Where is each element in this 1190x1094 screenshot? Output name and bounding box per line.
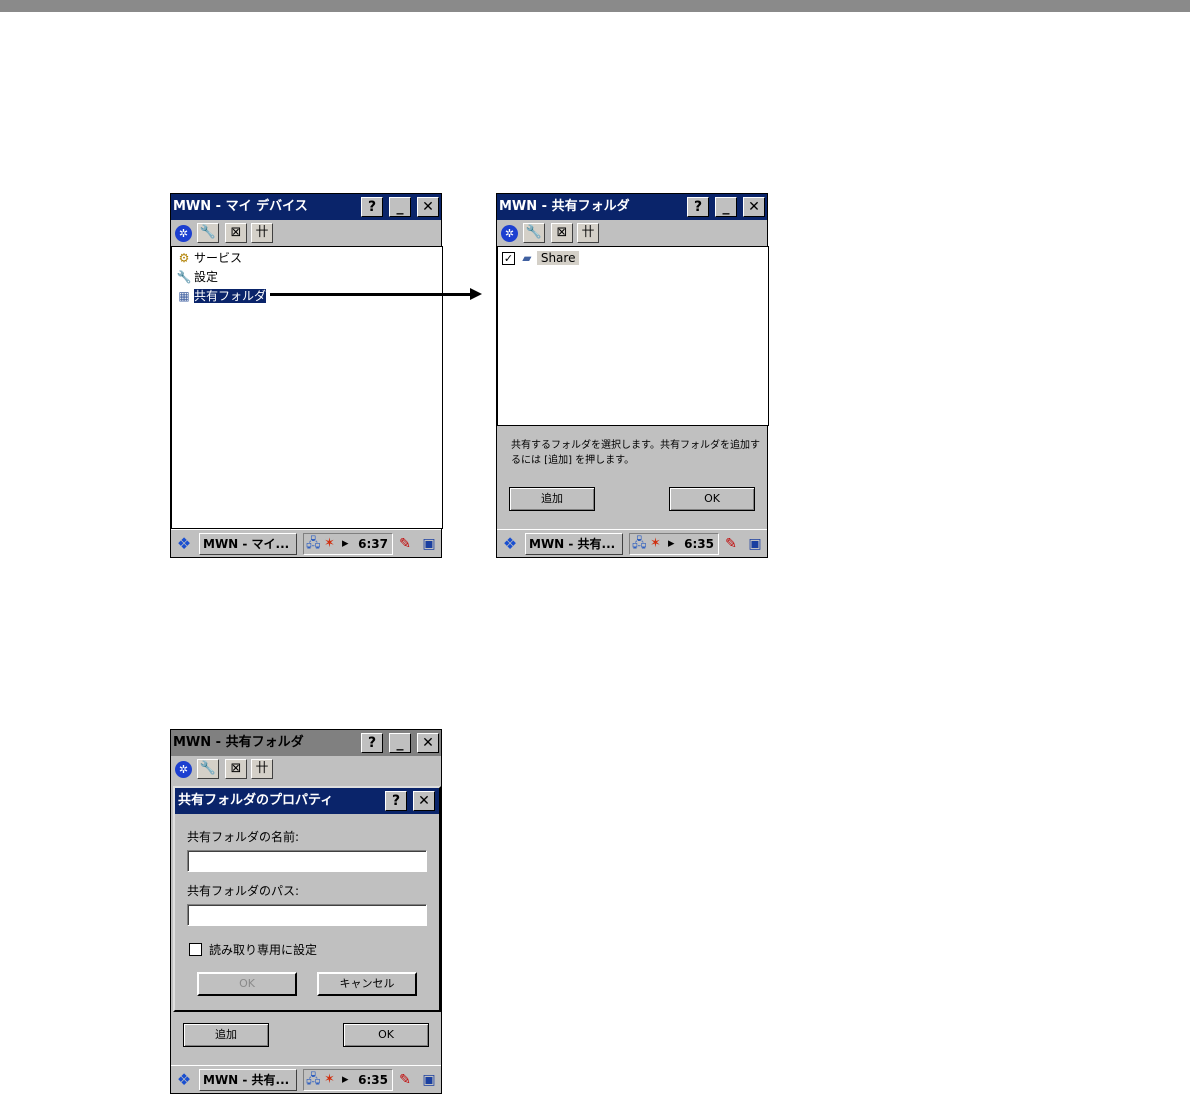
wrench-icon: 🔧 — [176, 270, 192, 284]
flow-arrow-head — [470, 288, 482, 300]
properties-tool-button[interactable]: 🔧 — [197, 223, 219, 243]
network-status-icon[interactable]: 🖧 — [306, 536, 321, 552]
device-list: ⚙ サービス 🔧 設定 ▦ 共有フォルダ — [171, 246, 443, 529]
clock[interactable]: 6:35 — [684, 534, 714, 554]
system-tray: 🖧 ✶ ▸ 6:35 — [303, 1069, 393, 1091]
network-icon: ✲ — [175, 761, 192, 778]
connect-tool-button[interactable]: 卄 — [251, 223, 273, 243]
minimize-button[interactable]: _ — [389, 197, 411, 217]
add-button[interactable]: 追加 — [509, 487, 595, 511]
dialog-cancel-button[interactable]: キャンセル — [317, 972, 417, 996]
screen-my-devices: MWN - マイ デバイス ? _ ✕ ✲ 🔧 ⊠ 卄 ⚙ サービス 🔧 設定 ▦ 共… — [170, 193, 443, 558]
activity-icon[interactable]: ✶ — [650, 536, 661, 552]
readonly-checkbox[interactable] — [189, 943, 202, 956]
window-switch-icon[interactable]: ▣ — [745, 534, 765, 554]
taskbar: ❖ MWN - 共有... 🖧 ✶ ▸ 6:35 ✎ ▣ — [497, 529, 767, 557]
shared-folder-list: ✓ ▰ Share — [497, 246, 769, 426]
connect-tool-button[interactable]: 卄 — [251, 759, 273, 779]
properties-tool-button[interactable]: 🔧 — [197, 759, 219, 779]
start-icon[interactable]: ❖ — [173, 1070, 195, 1090]
readonly-label: 読み取り専用に設定 — [209, 943, 318, 957]
help-button[interactable]: ? — [361, 733, 383, 753]
taskbar-task-button[interactable]: MWN - 共有... — [199, 1069, 297, 1091]
network-tool-button[interactable]: ✲ — [173, 223, 195, 243]
ok-button[interactable]: OK — [343, 1023, 429, 1047]
toolbar: ✲ 🔧 ⊠ 卄 — [171, 220, 441, 246]
window-switch-icon[interactable]: ▣ — [419, 1070, 439, 1090]
share-checkbox[interactable]: ✓ — [502, 252, 515, 265]
close-button[interactable]: ✕ — [417, 197, 439, 217]
tray-expand-icon[interactable]: ▸ — [342, 536, 349, 552]
path-label: 共有フォルダのパス: — [187, 884, 300, 898]
list-item-settings[interactable]: 🔧 設定 — [176, 268, 219, 286]
list-item-shared-folders[interactable]: ▦ 共有フォルダ — [176, 287, 268, 305]
flow-arrow-line — [270, 293, 470, 296]
add-button[interactable]: 追加 — [183, 1023, 269, 1047]
name-label: 共有フォルダの名前: — [187, 830, 300, 844]
activity-icon[interactable]: ✶ — [324, 1072, 335, 1088]
ok-button[interactable]: OK — [669, 487, 755, 511]
toolbar: ✲ 🔧 ⊠ 卄 — [171, 756, 441, 782]
help-button[interactable]: ? — [687, 197, 709, 217]
taskbar: ❖ MWN - マイ... 🖧 ✶ ▸ 6:37 ✎ ▣ — [171, 529, 441, 557]
clock[interactable]: 6:35 — [358, 1070, 388, 1090]
network-status-icon[interactable]: 🖧 — [632, 536, 647, 552]
dialog-close-button[interactable]: ✕ — [413, 791, 435, 811]
shared-folder-icon: ▦ — [178, 289, 190, 303]
properties-tool-button[interactable]: 🔧 — [523, 223, 545, 243]
system-tray: 🖧 ✶ ▸ 6:37 — [303, 533, 393, 555]
input-panel-icon[interactable]: ✎ — [721, 534, 741, 554]
toolbar: ✲ 🔧 ⊠ 卄 — [497, 220, 767, 246]
network-icon: ✲ — [501, 225, 518, 242]
list-item-services[interactable]: ⚙ サービス — [176, 249, 242, 267]
input-panel-icon[interactable]: ✎ — [395, 534, 415, 554]
network-icon: ✲ — [175, 225, 192, 242]
window-switch-icon[interactable]: ▣ — [419, 534, 439, 554]
network-tool-button[interactable]: ✲ — [499, 223, 521, 243]
close-button[interactable]: ✕ — [743, 197, 765, 217]
path-field[interactable] — [187, 904, 427, 926]
network-status-icon[interactable]: 🖧 — [306, 1072, 321, 1088]
properties-dialog: 共有フォルダのプロパティ ? ✕ 共有フォルダの名前: 共有フォルダのパス: 読… — [173, 786, 441, 1012]
taskbar: ❖ MWN - 共有... 🖧 ✶ ▸ 6:35 ✎ ▣ — [171, 1065, 441, 1093]
activity-icon[interactable]: ✶ — [324, 536, 335, 552]
network-tool-button[interactable]: ✲ — [173, 759, 195, 779]
start-icon[interactable]: ❖ — [173, 534, 195, 554]
close-button[interactable]: ✕ — [417, 733, 439, 753]
delete-tool-button[interactable]: ⊠ — [225, 759, 247, 779]
delete-tool-button[interactable]: ⊠ — [551, 223, 573, 243]
instruction-text: 共有するフォルダを選択します。共有フォルダを追加するには [追加] を押します。 — [511, 440, 760, 466]
taskbar-task-button[interactable]: MWN - マイ... — [199, 533, 297, 555]
dialog-ok-button[interactable]: OK — [197, 972, 297, 996]
services-icon: ⚙ — [178, 251, 190, 265]
minimize-button[interactable]: _ — [389, 733, 411, 753]
screen-shared-folder-properties: MWN - 共有フォルダ ? _ ✕ ✲ 🔧 ⊠ 卄 共有フォルダのプロパティ … — [170, 729, 442, 1094]
list-item-share[interactable]: ✓ ▰ Share — [502, 249, 580, 267]
clock[interactable]: 6:37 — [358, 534, 388, 554]
input-panel-icon[interactable]: ✎ — [395, 1070, 415, 1090]
tray-expand-icon[interactable]: ▸ — [342, 1072, 349, 1088]
taskbar-task-button[interactable]: MWN - 共有... — [525, 533, 623, 555]
system-tray: 🖧 ✶ ▸ 6:35 — [629, 533, 719, 555]
top-divider-bar — [0, 0, 1190, 12]
folder-icon: ▰ — [522, 251, 532, 265]
delete-tool-button[interactable]: ⊠ — [225, 223, 247, 243]
start-icon[interactable]: ❖ — [499, 534, 521, 554]
tray-expand-icon[interactable]: ▸ — [668, 536, 675, 552]
help-button[interactable]: ? — [361, 197, 383, 217]
connect-tool-button[interactable]: 卄 — [577, 223, 599, 243]
minimize-button[interactable]: _ — [715, 197, 737, 217]
name-field[interactable] — [187, 850, 427, 872]
screen-shared-folders: MWN - 共有フォルダ ? _ ✕ ✲ 🔧 ⊠ 卄 ✓ ▰ Share 共有する… — [496, 193, 769, 558]
dialog-help-button[interactable]: ? — [385, 791, 407, 811]
